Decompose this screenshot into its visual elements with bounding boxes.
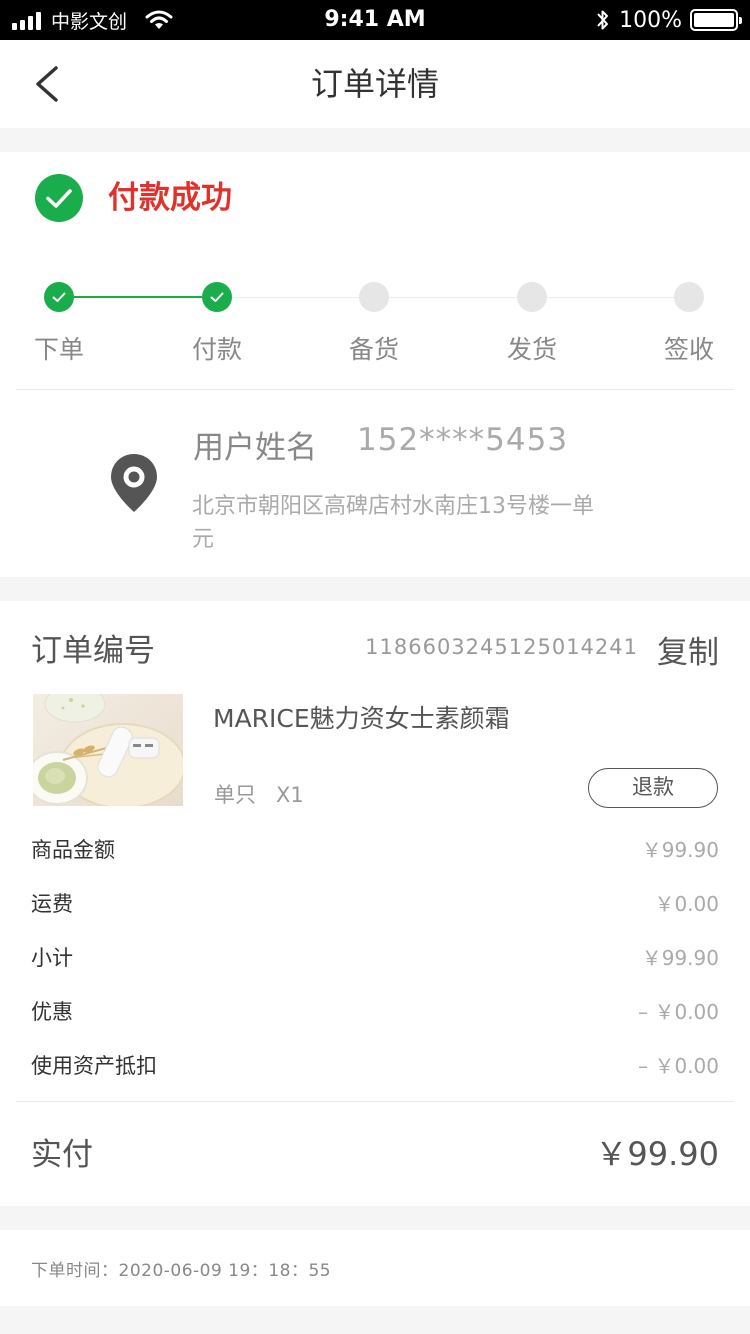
product-name: MARICE魅力资女士素颜霜 xyxy=(213,704,510,733)
nav-bar: 订单详情 xyxy=(0,40,750,128)
location-pin-icon xyxy=(111,454,157,512)
battery-percent: 100% xyxy=(619,7,682,33)
fee-label: 使用资产抵扣 xyxy=(31,1054,157,1078)
fee-value: ￥99.90 xyxy=(641,838,719,862)
fee-label: 运费 xyxy=(31,892,73,916)
status-bar-right: 100% xyxy=(595,0,742,40)
recipient-phone: 152****5453 xyxy=(357,422,569,458)
divider xyxy=(16,389,734,390)
order-number-label: 订单编号 xyxy=(31,633,155,669)
order-time: 下单时间：2020-06-09 19：18：55 xyxy=(31,1261,332,1281)
step-3-dot xyxy=(359,282,389,312)
product-unit: 单只 xyxy=(214,783,256,807)
fee-value: – ￥0.00 xyxy=(638,1054,719,1078)
progress-line-pending xyxy=(232,297,674,298)
fee-value: ￥99.90 xyxy=(641,946,719,970)
step-label: 发货 xyxy=(506,335,557,364)
step-5-dot xyxy=(674,282,704,312)
divider xyxy=(16,1101,734,1102)
step-1-check-icon xyxy=(44,282,74,312)
paid-amount: ￥99.90 xyxy=(595,1135,719,1173)
copy-button[interactable]: 复制 xyxy=(657,627,719,672)
order-number: 1186603245125014241 xyxy=(365,635,638,659)
order-detail-card: 订单编号 1186603245125014241 复制 MARICE魅力资女士素… xyxy=(0,601,750,1206)
fee-label: 小计 xyxy=(31,946,73,970)
fee-row-goods: 商品金额 ￥99.90 xyxy=(31,834,719,864)
fee-row-subtotal: 小计 ￥99.90 xyxy=(31,942,719,972)
step-2-check-icon xyxy=(202,282,232,312)
product-spec: 单只 X1 xyxy=(214,779,304,809)
order-time-card: 下单时间：2020-06-09 19：18：55 xyxy=(0,1230,750,1306)
success-check-icon xyxy=(35,174,83,222)
step-4-dot xyxy=(517,282,547,312)
fee-label: 商品金额 xyxy=(31,838,115,862)
order-status-card: 付款成功 下单 付款 备货 发货 签收 用户姓名 152****5453 北京市… xyxy=(0,152,750,577)
fee-row-discount: 优惠 – ￥0.00 xyxy=(31,996,719,1026)
step-label: 付款 xyxy=(191,335,242,364)
payment-status: 付款成功 xyxy=(108,180,232,216)
bluetooth-icon xyxy=(597,10,609,30)
product-quantity: X1 xyxy=(276,783,304,807)
battery-icon xyxy=(690,9,742,31)
step-label: 备货 xyxy=(348,335,399,364)
recipient-name: 用户姓名 xyxy=(193,430,317,466)
fee-value: – ￥0.00 xyxy=(638,1000,719,1024)
progress-line-done xyxy=(74,296,202,298)
product-image[interactable] xyxy=(33,694,183,806)
refund-button[interactable]: 退款 xyxy=(588,768,718,808)
order-progress: 下单 付款 备货 发货 签收 xyxy=(0,282,750,364)
fee-label: 优惠 xyxy=(31,1000,73,1024)
paid-label: 实付 xyxy=(31,1137,93,1173)
fee-row-asset-deduction: 使用资产抵扣 – ￥0.00 xyxy=(31,1050,719,1080)
fee-row-shipping: 运费 ￥0.00 xyxy=(31,888,719,918)
fee-value: ￥0.00 xyxy=(654,892,719,916)
page-title: 订单详情 xyxy=(310,65,439,103)
delivery-address: 北京市朝阳区高碑店村水南庄13号楼一单元 xyxy=(192,494,594,552)
step-label: 签收 xyxy=(663,335,714,364)
status-bar: 中影文创 9:41 AM 100% xyxy=(0,0,750,40)
step-label: 下单 xyxy=(33,335,84,364)
